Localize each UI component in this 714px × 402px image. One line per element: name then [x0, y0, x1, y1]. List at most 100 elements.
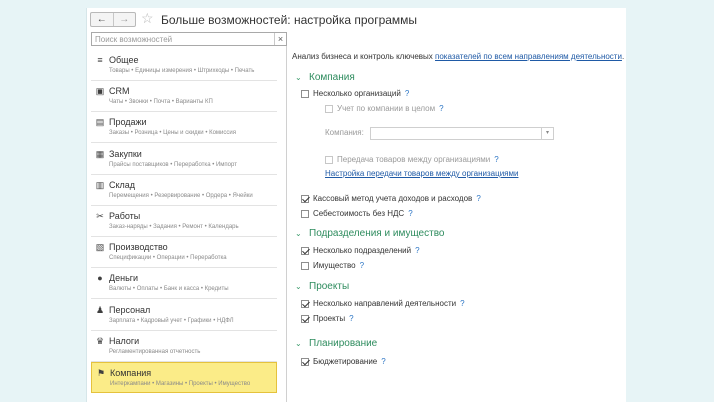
favorite-star-icon[interactable]: ☆ — [141, 11, 154, 25]
help-icon[interactable]: ? — [360, 261, 364, 270]
sidebar-section[interactable]: ● Деньги Валюты • Оплаты • Банк и касса • … — [91, 268, 277, 300]
chevron-down-icon[interactable]: ⌄ — [295, 229, 305, 238]
checkbox[interactable] — [301, 89, 309, 98]
option-projects[interactable]: Проекты ? — [301, 314, 354, 323]
search-input[interactable] — [92, 33, 274, 45]
sidebar-section[interactable]: ▦ Закупки Прайсы поставщиков • Переработка… — [91, 144, 277, 175]
checkbox[interactable] — [301, 357, 309, 366]
back-arrow-icon[interactable]: ← — [91, 13, 113, 26]
company-select[interactable]: ▾ — [370, 127, 554, 140]
group-planning[interactable]: ⌄ Планирование — [295, 338, 377, 349]
section-subtitle: Заказы • Розница • Цены и скидки • Комис… — [109, 130, 237, 137]
help-icon[interactable]: ? — [460, 299, 464, 308]
intro-label: Анализ бизнеса и контроль ключевых — [292, 52, 436, 61]
checkbox — [325, 155, 333, 164]
sidebar-section[interactable]: ♛ Налоги Регламентированная отчетность — [91, 331, 277, 362]
clear-icon[interactable]: × — [274, 33, 286, 45]
forward-arrow-icon[interactable]: → — [112, 13, 136, 26]
option-label: Себестоимость без НДС — [313, 209, 405, 218]
help-icon[interactable]: ? — [476, 194, 480, 203]
help-icon[interactable]: ? — [381, 357, 385, 366]
help-icon[interactable]: ? — [494, 155, 498, 164]
option-company-accounting: Учет по компании в целом ? — [325, 104, 444, 113]
chevron-down-icon[interactable]: ⌄ — [295, 73, 305, 82]
sidebar-section[interactable]: ▥ Склад Перемещения • Резервирование • Орд… — [91, 175, 277, 206]
option-several-orgs[interactable]: Несколько организаций ? — [301, 89, 409, 98]
option-cash-method[interactable]: Кассовый метод учета доходов и расходов … — [301, 194, 481, 203]
page-title: Больше возможностей: настройка программы — [161, 13, 418, 27]
section-title: Производство — [109, 242, 168, 253]
personnel-icon: ♟ — [95, 304, 105, 315]
group-projects[interactable]: ⌄ Проекты — [295, 281, 349, 292]
chevron-down-icon[interactable]: ⌄ — [295, 339, 305, 348]
group-title-planning: Планирование — [309, 338, 378, 349]
option-several-divisions[interactable]: Несколько подразделений ? — [301, 246, 420, 255]
section-subtitle: Зарплата • Кадровый учет • Графики • НДФ… — [109, 317, 234, 324]
option-label: Передача товаров между организациями — [337, 155, 491, 164]
checkbox[interactable] — [301, 209, 309, 218]
warehouse-icon: ▥ — [95, 179, 105, 190]
money-icon: ● — [97, 273, 103, 284]
checkbox[interactable] — [301, 194, 309, 203]
option-property[interactable]: Имущество ? — [301, 261, 364, 270]
section-title: Закупки — [109, 148, 142, 159]
option-cost-no-vat[interactable]: Себестоимость без НДС ? — [301, 209, 413, 218]
checkbox[interactable] — [301, 246, 309, 255]
taxes-icon: ♛ — [95, 335, 105, 346]
sidebar: × ≡ Общее Товары • Единицы измерения • Штр… — [90, 32, 287, 402]
section-subtitle: Заказ-наряды • Задания • Ремонт • Календ… — [109, 224, 239, 230]
option-label: Учет по компании в целом — [337, 104, 436, 113]
sidebar-section[interactable]: ≡ Общее Товары • Единицы измерения • Штрих… — [91, 50, 277, 81]
chevron-down-icon[interactable]: ⌄ — [295, 282, 305, 291]
transfer-settings-link[interactable]: Настройка передачи товаров между организ… — [325, 169, 518, 178]
main-content: Анализ бизнеса и контроль ключевых показ… — [292, 32, 625, 402]
section-title: Персонал — [109, 304, 151, 315]
option-label: Кассовый метод учета доходов и расходов — [313, 194, 473, 203]
group-divisions[interactable]: ⌄ Подразделения и имущество — [295, 228, 444, 239]
option-transfer-goods: Передача товаров между организациями ? — [325, 155, 499, 164]
section-subtitle: Перемещения • Резервирование • Ордера • … — [109, 192, 253, 199]
production-icon: ▧ — [95, 242, 105, 253]
sidebar-section[interactable]: ▧ Производство Спецификации • Операции • П… — [91, 237, 277, 269]
section-subtitle: Регламентированная отчетность — [109, 348, 201, 355]
section-title: Работы — [109, 211, 141, 221]
sidebar-section[interactable]: ♟ Персонал Зарплата • Кадровый учет • Граф… — [91, 300, 277, 331]
section-title: Деньги — [109, 273, 139, 284]
checkbox — [325, 104, 333, 113]
checkbox[interactable] — [301, 314, 309, 323]
help-icon[interactable]: ? — [415, 246, 419, 255]
section-title: CRM — [109, 86, 130, 97]
group-company[interactable]: ⌄ Компания — [295, 72, 355, 83]
help-icon[interactable]: ? — [349, 314, 353, 323]
field-label: Компания: — [325, 128, 364, 137]
section-subtitle: Спецификации • Операции • Переработка — [109, 255, 227, 262]
settings-window: ← → ☆ Больше возможностей: настройка про… — [86, 8, 626, 402]
section-subtitle: Чаты • Звонки • Почта • Варианты КП — [109, 99, 213, 106]
sidebar-section[interactable]: ▤ Продажи Заказы • Розница • Цены и скидки… — [91, 112, 277, 144]
purchases-icon: ▦ — [95, 148, 105, 159]
section-subtitle: Товары • Единицы измерения • Штрихкоды •… — [109, 68, 255, 74]
checkbox[interactable] — [301, 299, 309, 308]
flag-icon: ⚑ — [96, 368, 106, 378]
option-budgeting[interactable]: Бюджетирование ? — [301, 357, 386, 366]
help-icon[interactable]: ? — [405, 89, 409, 98]
option-label: Несколько организаций — [313, 89, 401, 98]
sidebar-section[interactable]: ✂ Работы Заказ-наряды • Задания • Ремонт •… — [91, 206, 277, 237]
help-icon[interactable]: ? — [439, 104, 443, 113]
dropdown-arrow-icon[interactable]: ▾ — [541, 128, 553, 139]
section-subtitle: Прайсы поставщиков • Переработка • Импор… — [109, 161, 237, 168]
section-title: Компания — [110, 368, 152, 378]
option-several-directions[interactable]: Несколько направлений деятельности ? — [301, 299, 465, 308]
titlebar: ← → ☆ Больше возможностей: настройка про… — [87, 8, 627, 32]
option-label: Бюджетирование — [313, 357, 378, 366]
checkbox[interactable] — [301, 261, 309, 270]
intro-link[interactable]: показателей по всем направлениям деятель… — [435, 52, 622, 61]
section-title: Налоги — [109, 335, 140, 346]
crm-icon: ▣ — [95, 86, 105, 97]
sidebar-section[interactable]: ⚑ Компания Интеркампани • Магазины • Проек… — [91, 362, 277, 393]
section-title: Продажи — [109, 117, 147, 128]
help-icon[interactable]: ? — [408, 209, 412, 218]
search-box: × — [91, 32, 287, 46]
sidebar-section[interactable]: ▣ CRM Чаты • Звонки • Почта • Варианты КП — [91, 81, 277, 113]
list-icon: ≡ — [97, 55, 103, 65]
